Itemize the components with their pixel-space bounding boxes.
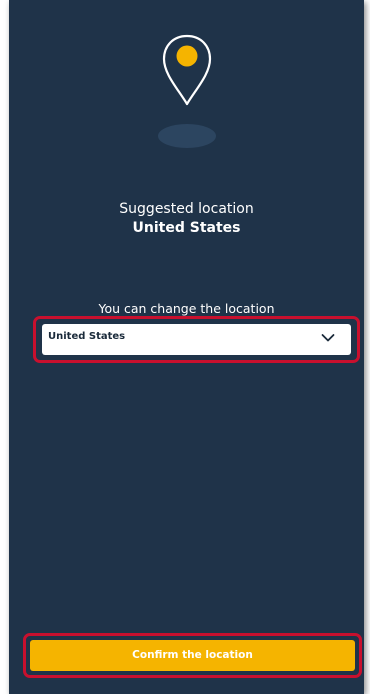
- pin-illustration: [9, 34, 364, 148]
- location-select[interactable]: United States: [42, 324, 351, 355]
- confirm-location-button[interactable]: Confirm the location: [30, 640, 355, 671]
- suggested-location: United States: [132, 220, 241, 236]
- confirm-button-highlight: Confirm the location: [23, 633, 362, 678]
- location-screen: Suggested location United States You can…: [9, 0, 364, 694]
- location-pin-icon: [162, 34, 211, 106]
- change-location-label: You can change the location: [98, 301, 275, 316]
- location-select-highlight: United States: [33, 316, 360, 363]
- suggestion-label: Suggested location: [119, 201, 254, 217]
- suggestion-block: Suggested location United States: [9, 200, 364, 238]
- chevron-down-icon: [321, 334, 335, 342]
- pin-shadow: [157, 124, 216, 148]
- location-select-value: United States: [48, 331, 126, 342]
